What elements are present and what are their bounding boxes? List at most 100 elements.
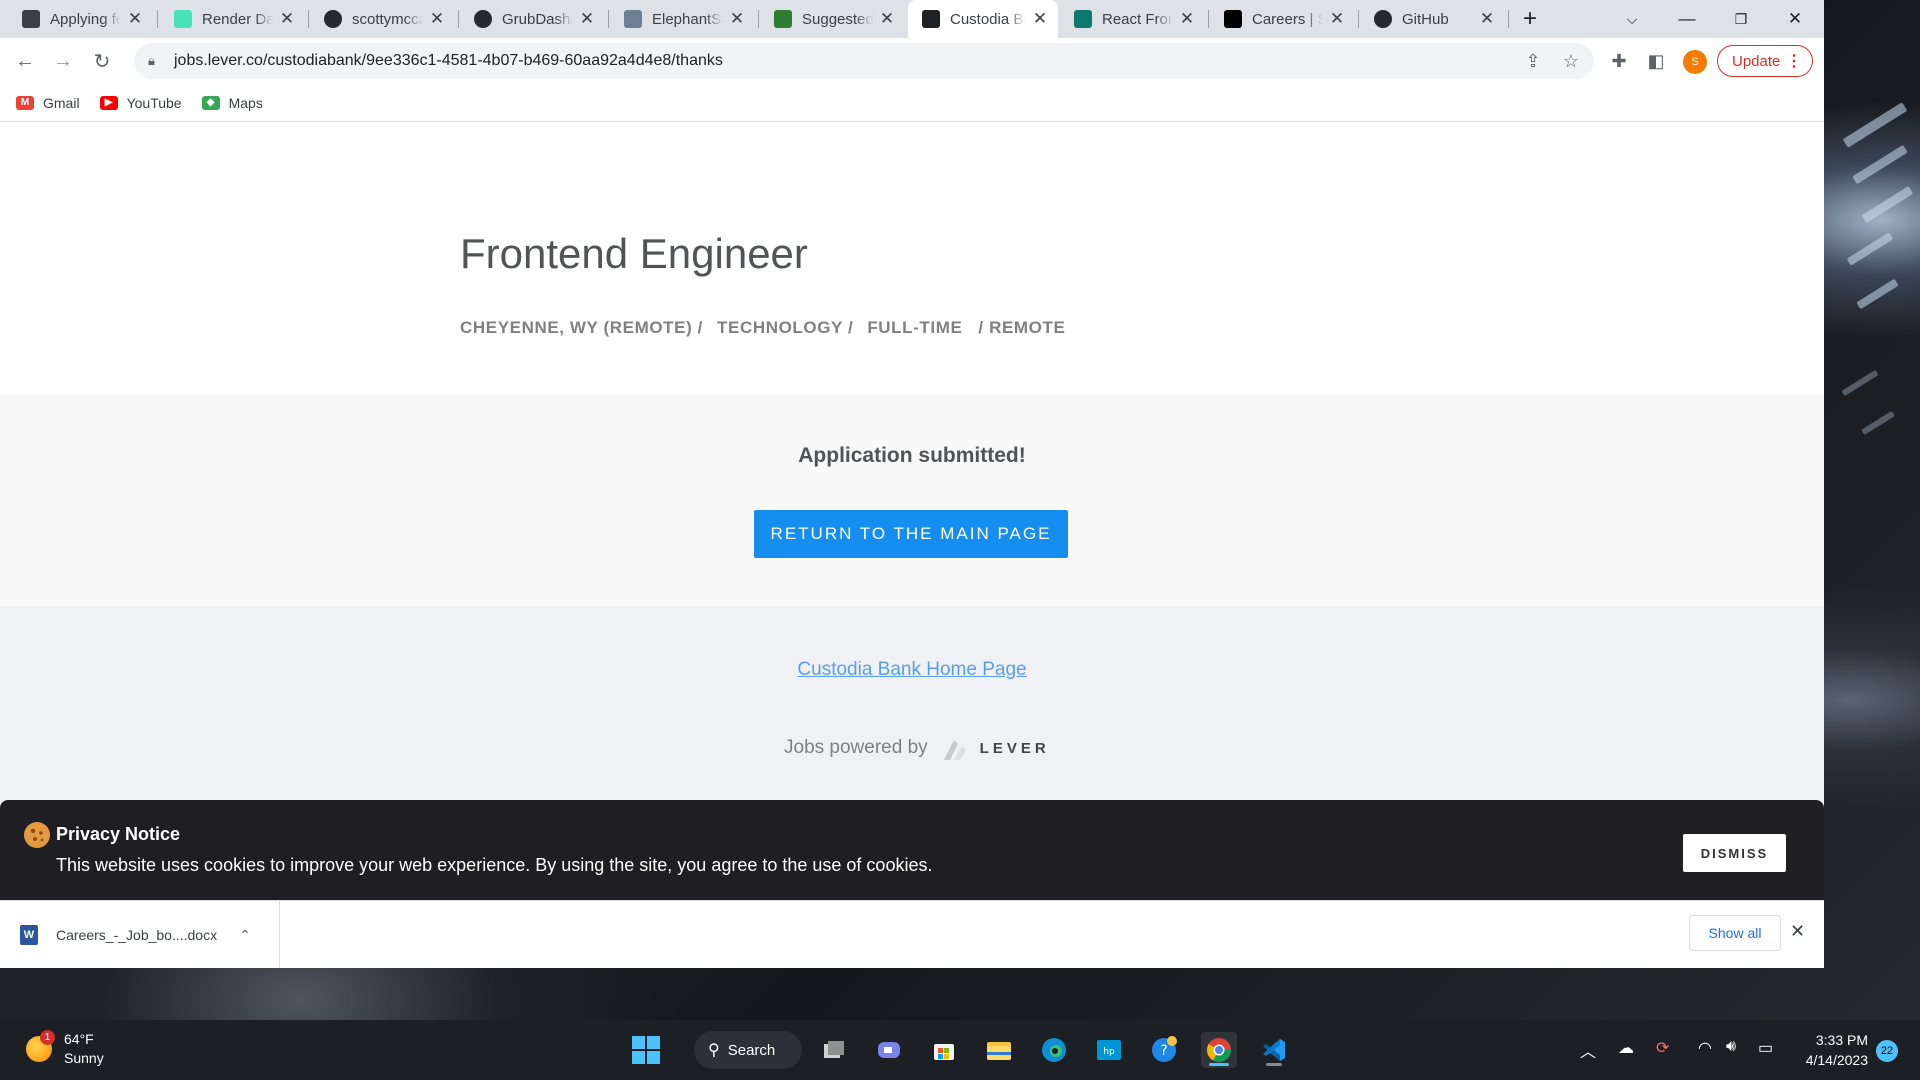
render-icon: [174, 10, 192, 28]
teams-chat-icon[interactable]: [871, 1032, 907, 1068]
onedrive-cloud-icon[interactable]: ☁: [1618, 1038, 1634, 1058]
file-explorer-icon[interactable]: [981, 1032, 1017, 1068]
weather-temp: 64°F: [64, 1031, 94, 1047]
sync-icon[interactable]: ⟳: [1656, 1038, 1669, 1058]
job-workplace: / REMOTE: [978, 318, 1066, 337]
close-icon[interactable]: ✕: [1479, 9, 1495, 29]
bookmark-star-icon[interactable]: ☆: [1556, 46, 1586, 76]
privacy-title: Privacy Notice: [56, 824, 181, 844]
close-icon[interactable]: ✕: [279, 9, 295, 29]
bookmark-label: Gmail: [43, 94, 80, 111]
bookmark-label: Maps: [228, 94, 263, 111]
browser-window: Applying fo ✕ Render Das ✕ scottymcca ✕ …: [0, 0, 1824, 968]
taskbar-search[interactable]: ⚲ Search: [694, 1031, 802, 1069]
chrome-icon[interactable]: [1201, 1032, 1237, 1068]
bookmarks-bar: M Gmail ▶ YouTube ◆ Maps: [0, 84, 1824, 122]
myhp-icon[interactable]: hp: [1091, 1032, 1127, 1068]
tab-grubdash[interactable]: GrubDash/c ✕: [460, 0, 605, 38]
tab-applying[interactable]: Applying fo ✕: [8, 0, 153, 38]
tab-react-front[interactable]: React Front ✕: [1060, 0, 1205, 38]
tab-elephantsql[interactable]: ElephantSQ ✕: [610, 0, 755, 38]
tab-careers[interactable]: Careers | S ✕: [1210, 0, 1355, 38]
restore-button[interactable]: ❐: [1716, 0, 1766, 38]
close-icon[interactable]: ✕: [879, 9, 895, 29]
close-icon[interactable]: ✕: [127, 9, 143, 29]
address-bar[interactable]: 🔒︎ jobs.lever.co/custodiabank/9ee336c1-4…: [134, 43, 1594, 79]
gmail-icon: M: [16, 95, 34, 110]
show-all-button[interactable]: Show all: [1689, 915, 1781, 951]
update-button[interactable]: Update ⋮: [1717, 45, 1813, 77]
volume-icon[interactable]: 🔊︎: [1726, 1038, 1736, 1056]
forward-arrow-icon[interactable]: →: [48, 46, 78, 76]
close-icon[interactable]: ✕: [1790, 921, 1805, 942]
powered-by-lever[interactable]: Jobs powered by LEVER: [784, 734, 1050, 762]
task-view-icon[interactable]: [816, 1032, 852, 1068]
taskbar-search-label: Search: [727, 1041, 776, 1059]
reload-icon[interactable]: ↻: [87, 46, 117, 76]
sun-icon: 1: [26, 1030, 55, 1062]
svg-text:?: ?: [1160, 1043, 1167, 1059]
menu-dots-icon: ⋮: [1786, 53, 1802, 70]
tab-github-scotty[interactable]: scottymcca ✕: [310, 0, 455, 38]
start-button[interactable]: [628, 1032, 664, 1068]
tab-suggested[interactable]: Suggested ✕: [760, 0, 905, 38]
company-home-link[interactable]: Custodia Bank Home Page: [797, 659, 1026, 680]
extensions-puzzle-icon[interactable]: ✚: [1604, 46, 1634, 76]
privacy-text: This website uses cookies to improve you…: [56, 855, 933, 875]
minimize-button[interactable]: —: [1662, 0, 1712, 38]
close-icon[interactable]: ✕: [1329, 9, 1345, 29]
weather-widget[interactable]: 1 64°F Sunny: [26, 1030, 104, 1068]
tab-search-chevron-icon[interactable]: ⌵: [1607, 0, 1657, 38]
download-item[interactable]: W Careers_-_Job_bo....docx ⌃: [20, 901, 280, 968]
microsoft-store-icon[interactable]: [926, 1032, 962, 1068]
tab-title: GitHub: [1402, 10, 1449, 28]
page-icon: [22, 10, 40, 28]
side-panel-icon[interactable]: ◧: [1641, 46, 1671, 76]
dismiss-button[interactable]: DISMISS: [1683, 834, 1786, 872]
help-icon[interactable]: ?: [1146, 1032, 1182, 1068]
lever-wordmark: LEVER: [979, 739, 1050, 757]
notification-badge[interactable]: 22: [1876, 1040, 1898, 1062]
tab-title: scottymcca: [352, 10, 423, 28]
confirmation-section: Application submitted! RETURN TO THE MAI…: [0, 394, 1824, 606]
edge-browser-icon[interactable]: [1036, 1032, 1072, 1068]
tab-render[interactable]: Render Das ✕: [160, 0, 305, 38]
close-icon[interactable]: ✕: [729, 9, 745, 29]
close-icon[interactable]: ✕: [579, 9, 595, 29]
chevron-up-icon[interactable]: ⌃: [239, 927, 251, 944]
tab-title: Careers | S: [1252, 10, 1323, 28]
close-icon[interactable]: ✕: [429, 9, 445, 29]
profile-avatar[interactable]: S: [1683, 50, 1707, 74]
back-arrow-icon[interactable]: ←: [10, 46, 40, 76]
chevron-up-icon[interactable]: ︿: [1580, 1038, 1596, 1062]
weather-alert-badge: 1: [40, 1030, 55, 1045]
cookie-icon: [24, 822, 50, 848]
elephant-icon: [624, 10, 642, 28]
job-title: Frontend Engineer: [460, 230, 808, 277]
tab-custodia[interactable]: Custodia Ba ✕: [908, 0, 1058, 38]
bookmark-youtube[interactable]: ▶ YouTube: [99, 95, 182, 111]
close-icon[interactable]: ✕: [1179, 9, 1195, 29]
tab-title: ElephantSQ: [652, 10, 723, 28]
download-filename: Careers_-_Job_bo....docx: [56, 927, 218, 943]
return-to-main-page-button[interactable]: RETURN TO THE MAIN PAGE: [754, 510, 1068, 558]
youtube-icon: ▶: [99, 95, 118, 110]
wifi-icon[interactable]: ◠: [1698, 1038, 1712, 1058]
close-window-button[interactable]: ✕: [1770, 0, 1820, 38]
close-icon[interactable]: ✕: [1032, 9, 1048, 29]
bookmark-maps[interactable]: ◆ Maps: [201, 94, 263, 111]
tab-title: Custodia Ba: [950, 10, 1026, 28]
tab-github[interactable]: GitHub ✕: [1360, 0, 1505, 38]
system-clock[interactable]: 3:33 PM 4/14/2023: [1796, 1030, 1868, 1070]
battery-icon[interactable]: ▭: [1758, 1038, 1773, 1058]
new-tab-button[interactable]: +: [1505, 0, 1555, 38]
powered-by-text: Jobs powered by: [784, 737, 928, 758]
bookmark-gmail[interactable]: M Gmail: [16, 95, 80, 111]
tab-title: Suggested: [802, 10, 873, 28]
lock-icon: 🔒︎: [148, 53, 155, 68]
vscode-icon[interactable]: [1256, 1032, 1292, 1068]
share-icon[interactable]: ⇪: [1518, 46, 1548, 76]
maps-icon: ◆: [201, 95, 220, 110]
job-commitment: FULL-TIME: [867, 318, 963, 337]
windows-taskbar: 1 64°F Sunny ⚲ Search hp ? ︿ ☁ ⟳ ◠ 🔊︎ ▭ …: [0, 1020, 1920, 1080]
